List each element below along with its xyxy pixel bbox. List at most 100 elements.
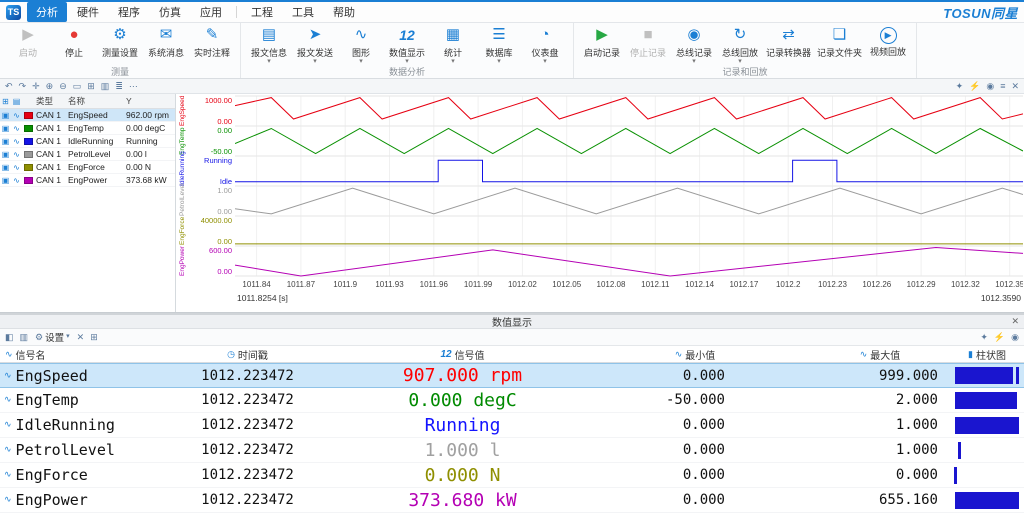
checkbox-icon[interactable]: ▣ [0, 124, 11, 133]
panel-icon[interactable]: ◧ [5, 330, 14, 344]
ribbon-button-数值显示[interactable]: 12数值显示▾ [384, 24, 430, 65]
ribbon-button-仪表盘[interactable]: ◔仪表盘▾ [522, 24, 568, 65]
column-header-时间戳[interactable]: ◷时间戳 [150, 346, 345, 362]
menu-item-仿真[interactable]: 仿真 [150, 2, 190, 22]
ribbon-button-图形[interactable]: ∿图形▾ [338, 24, 384, 65]
close-icon[interactable]: ✕ [1011, 79, 1019, 93]
svg-text:1012.08: 1012.08 [597, 280, 626, 289]
layout-icon[interactable]: ▤ [11, 97, 22, 106]
ribbon-button-记录转换器[interactable]: ⇄记录转换器 [763, 24, 814, 59]
app-logo-icon[interactable]: TS [6, 5, 21, 20]
max-value-cell: 2.000 [810, 392, 950, 408]
magic-icon[interactable]: ✦ [980, 330, 988, 344]
signal-row-EngSpeed[interactable]: ▣∿CAN 1EngSpeed962.00 rpm [0, 109, 175, 122]
lines-icon[interactable]: ≣ [115, 79, 123, 93]
column-header-最小值[interactable]: ∿最小值 [580, 346, 810, 362]
signal-row-PetrolLevel[interactable]: ▣∿CAN 1PetrolLevel0.00 l [0, 148, 175, 161]
menu-item-硬件[interactable]: 硬件 [68, 2, 108, 22]
more-icon[interactable]: ⋯ [129, 79, 138, 93]
ribbon-button-统计[interactable]: ▦统计▾ [430, 24, 476, 65]
minus-icon[interactable]: ⊖ [59, 79, 67, 93]
column-header-信号值[interactable]: 12信号值 [345, 346, 580, 362]
ribbon-button-数据库[interactable]: ☰数据库▾ [476, 24, 522, 65]
ribbon-button-启动[interactable]: ▶启动 [5, 24, 51, 59]
column-header-type[interactable]: 类型 [35, 95, 68, 107]
redo-icon[interactable]: ↷ [19, 79, 27, 93]
column-header-label: 信号名 [16, 347, 46, 362]
ribbon-button-报文发送[interactable]: ➤报文发送▾ [292, 24, 338, 65]
bar-fill [955, 417, 1019, 434]
trace-icon: ∿ [11, 137, 22, 146]
camera-icon[interactable]: ◉ [1011, 330, 1019, 344]
numeric-row-EngPower[interactable]: ∿EngPower1012.223472373.680 kW0.000655.1… [0, 488, 1024, 513]
column-header-最大值[interactable]: ∿最大值 [810, 346, 950, 362]
ribbon-button-总线回放[interactable]: ↻总线回放▾ [717, 24, 763, 65]
signal-name: IdleRunning [68, 136, 126, 146]
plus-icon[interactable]: ⊕ [46, 79, 54, 93]
ribbon-button-停止记录[interactable]: ■停止记录 [625, 24, 671, 59]
checkbox-icon[interactable]: ▣ [0, 150, 11, 159]
ribbon-button-测量设置[interactable]: ⚙测量设置 [97, 24, 143, 59]
signal-row-EngPower[interactable]: ▣∿CAN 1EngPower373.68 kW [0, 174, 175, 187]
signal-row-EngForce[interactable]: ▣∿CAN 1EngForce0.00 N [0, 161, 175, 174]
menu-item-工程[interactable]: 工程 [242, 2, 282, 22]
grid-icon[interactable]: ⊞ [0, 97, 11, 106]
close-icon[interactable]: ✕ [1011, 316, 1019, 327]
settings-button[interactable]: ⚙ 设置 ▾ [35, 330, 70, 344]
numeric-display-window: 数值显示 ✕ ◧▥ ⚙ 设置 ▾ ✕⊞ ✦⚡◉ ∿信号名◷时间戳12信号值∿最小… [0, 315, 1024, 515]
checkbox-icon[interactable]: ▣ [0, 176, 11, 185]
checkbox-icon[interactable]: ▣ [0, 163, 11, 172]
ribbon-button-总线记录[interactable]: ◉总线记录▾ [671, 24, 717, 65]
layout-icon[interactable]: ▥ [101, 79, 110, 93]
checkbox-icon[interactable]: ▣ [0, 111, 11, 120]
ribbon-button-启动记录[interactable]: ▶启动记录 [579, 24, 625, 59]
signal-row-IdleRunning[interactable]: ▣∿CAN 1IdleRunningRunning [0, 135, 175, 148]
grid-icon[interactable]: ⊞ [87, 79, 95, 93]
signal-value-cell: Running [345, 415, 580, 436]
checkbox-icon[interactable]: ▣ [0, 137, 11, 146]
grid-icon[interactable]: ⊞ [90, 330, 98, 344]
menu-item-程序[interactable]: 程序 [109, 2, 149, 22]
close-icon[interactable]: ✕ [77, 330, 85, 344]
numeric-row-EngForce[interactable]: ∿EngForce1012.2234720.000 N0.0000.000 [0, 463, 1024, 488]
numeric-row-EngSpeed[interactable]: ∿EngSpeed1012.223472907.000 rpm0.000999.… [0, 363, 1024, 388]
ribbon-button-视频回放[interactable]: ▶视频回放 [865, 24, 911, 58]
ribbon-button-记录文件夹[interactable]: ❏记录文件夹 [814, 24, 865, 59]
signal-row-EngTemp[interactable]: ▣∿CAN 1EngTemp0.00 degC [0, 122, 175, 135]
menu-item-分析[interactable]: 分析 [27, 2, 67, 22]
crosshair-icon[interactable]: ✛ [32, 79, 40, 93]
svg-text:1011.93: 1011.93 [375, 280, 404, 289]
magic-icon[interactable]: ✦ [956, 79, 964, 93]
column-header-信号名[interactable]: ∿信号名 [0, 346, 150, 362]
column-header-name[interactable]: 名称 [68, 95, 126, 107]
signal-name: EngPower [68, 175, 126, 185]
menu-item-工具[interactable]: 工具 [283, 2, 323, 22]
flash-icon[interactable]: ⚡ [994, 330, 1005, 344]
undo-icon[interactable]: ↶ [5, 79, 13, 93]
ribbon-button-系统消息[interactable]: ✉系统消息 [143, 24, 189, 59]
column-header-柱状图[interactable]: ▮柱状图 [950, 346, 1024, 362]
ribbon-button-报文信息[interactable]: ▤报文信息▾ [246, 24, 292, 65]
numeric-row-EngTemp[interactable]: ∿EngTemp1012.2234720.000 degC-50.0002.00… [0, 388, 1024, 413]
column-header-y[interactable]: Y [126, 96, 175, 106]
ribbon-button-实时注释[interactable]: ✎实时注释 [189, 24, 235, 59]
numeric-row-IdleRunning[interactable]: ∿IdleRunning1012.223472Running0.0001.000 [0, 413, 1024, 438]
menu-item-应用[interactable]: 应用 [191, 2, 231, 22]
signal-name-cell: ∿EngTemp [0, 391, 150, 409]
plot-area[interactable]: EngSpeedEngTempIdleRunningPetrolLevelEng… [176, 94, 1024, 312]
menu-item-帮助[interactable]: 帮助 [324, 2, 364, 22]
scale-min-IdleRunning: Idle [220, 177, 232, 186]
signal-value-cell: 0.000 N [345, 465, 580, 486]
menu-icon[interactable]: ≡ [1000, 79, 1005, 93]
camera-icon[interactable]: ◉ [986, 79, 994, 93]
numeric-row-PetrolLevel[interactable]: ∿PetrolLevel1012.2234721.000 l0.0001.000 [0, 438, 1024, 463]
layout-icon[interactable]: ▥ [20, 330, 29, 344]
min-value-cell: 0.000 [580, 467, 810, 483]
scale-max-PetrolLevel: 1.00 [217, 186, 232, 195]
flash-icon[interactable]: ⚡ [969, 79, 980, 93]
rect-icon[interactable]: ▭ [73, 79, 82, 93]
ribbon-button-停止[interactable]: ●停止 [51, 24, 97, 59]
plot-svg[interactable]: 1011.841011.871011.91011.931011.961011.9… [235, 94, 1023, 308]
bar-fill [955, 492, 1019, 509]
ribbon-button-label: 实时注释 [194, 46, 230, 59]
